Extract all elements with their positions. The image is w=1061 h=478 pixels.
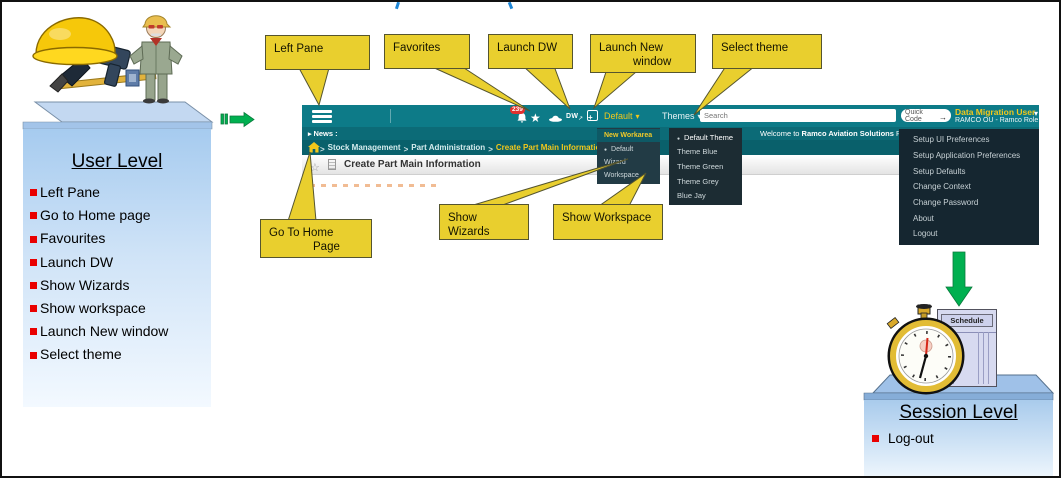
breadcrumb-item-current[interactable]: Create Part Main Information <box>496 143 605 152</box>
themes-dropdown[interactable]: Themes <box>662 111 702 121</box>
bullet-square-icon <box>30 259 37 266</box>
favorite-page-star-icon[interactable] <box>310 158 320 176</box>
document-icon <box>328 159 336 170</box>
left-pane-menu-button[interactable] <box>312 110 332 126</box>
user-level-title: User Level <box>23 151 211 173</box>
cropped-text-fragment <box>395 2 400 10</box>
app-toolbar: 239 DW Default Themes Quick Code Data Mi… <box>302 105 1039 127</box>
list-item: Go to Home page <box>30 204 211 227</box>
menu-item-theme-grey[interactable]: Theme Grey <box>669 174 742 189</box>
user-name: Data Migration User <box>955 107 1038 117</box>
menu-item-about[interactable]: About <box>899 210 1039 226</box>
list-item: Left Pane <box>30 181 211 204</box>
menu-item-setup-ui-preferences[interactable]: Setup UI Preferences <box>899 132 1039 148</box>
user-role: RAMCO OU - Ramco Role <box>955 117 1038 125</box>
faded-section-text <box>310 184 438 187</box>
menu-item-default[interactable]: Default <box>597 142 660 155</box>
callout-show-workspace: Show Workspace <box>553 204 663 240</box>
list-item: Launch New window <box>30 320 211 343</box>
page-title: Create Part Main Information <box>344 159 481 170</box>
breadcrumb-separator <box>320 139 325 157</box>
menu-item-change-password[interactable]: Change Password <box>899 195 1039 211</box>
callout-left-pane: Left Pane <box>265 35 370 70</box>
user-dropdown-menu: Setup UI Preferences Setup Application P… <box>899 129 1039 245</box>
list-item: Launch DW <box>30 251 211 274</box>
list-item: Log-out <box>872 431 1053 446</box>
workarea-selector-dropdown[interactable]: Default <box>604 111 640 121</box>
search-input[interactable] <box>700 109 896 122</box>
callout-select-theme: Select theme <box>712 34 822 69</box>
callout-launch-dw: Launch DW <box>488 34 573 69</box>
breadcrumb-item[interactable]: Part Administration <box>411 143 485 152</box>
hat-icon[interactable] <box>548 112 563 123</box>
user-menu-caret-icon[interactable] <box>1031 110 1038 118</box>
user-level-panel: User Level Left Pane Go to Home page Fav… <box>23 129 211 407</box>
menu-item-theme-blue[interactable]: Theme Blue <box>669 145 742 160</box>
callout-show-wizards: Show Wizards <box>439 204 529 240</box>
news-label: News : <box>308 129 338 138</box>
user-info[interactable]: Data Migration User RAMCO OU - Ramco Rol… <box>955 107 1038 125</box>
menu-item-change-context[interactable]: Change Context <box>899 179 1039 195</box>
menu-item-setup-application-preferences[interactable]: Setup Application Preferences <box>899 148 1039 164</box>
list-item: Select theme <box>30 343 211 366</box>
selected-dot-icon <box>677 133 680 142</box>
callout-go-to-home-page: Go To Home Page <box>260 219 372 258</box>
home-icon[interactable] <box>308 142 320 153</box>
selected-dot-icon <box>604 146 607 153</box>
launch-dw-icon[interactable]: DW <box>566 113 578 120</box>
list-item: Favourites <box>30 227 211 250</box>
toolbar-divider <box>390 109 391 123</box>
quick-code-input[interactable]: Quick Code <box>901 109 951 122</box>
bullet-square-icon <box>30 305 37 312</box>
list-item: Show Wizards <box>30 274 211 297</box>
dw-arrow-icon <box>578 107 583 125</box>
bullet-square-icon <box>30 282 37 289</box>
stopwatch-clipart <box>876 304 981 396</box>
workarea-dropdown-menu: New Workarea Default Wizard Workspace <box>597 128 660 184</box>
menu-item-workspace[interactable]: Workspace <box>597 169 660 182</box>
callout-favorites: Favorites <box>384 34 470 69</box>
worker-clipart <box>30 4 185 104</box>
notification-count-badge: 239 <box>510 106 525 114</box>
menu-item-setup-defaults[interactable]: Setup Defaults <box>899 163 1039 179</box>
session-level-panel: Session Level Log-out <box>864 400 1053 478</box>
breadcrumb-item[interactable]: Stock Management <box>328 143 401 152</box>
launch-new-window-icon[interactable] <box>587 110 598 121</box>
menu-item-logout[interactable]: Logout <box>899 226 1039 242</box>
user-level-list: Left Pane Go to Home page Favourites Lau… <box>30 181 211 367</box>
quick-code-go-icon[interactable] <box>939 107 947 125</box>
favorites-star-icon[interactable] <box>530 109 541 127</box>
menu-item-wizard[interactable]: Wizard <box>597 156 660 169</box>
slide-canvas: User Level Left Pane Go to Home page Fav… <box>0 0 1061 478</box>
session-level-title: Session Level <box>864 402 1053 424</box>
bullet-square-icon <box>30 189 37 196</box>
list-item: Show workspace <box>30 297 211 320</box>
themes-dropdown-menu: Default Theme Theme Blue Theme Green The… <box>669 128 742 205</box>
callout-launch-new-window: Launch New window <box>590 34 696 73</box>
menu-item-blue-jay[interactable]: Blue Jay <box>669 188 742 203</box>
bullet-square-icon <box>30 328 37 335</box>
menu-item-default-theme[interactable]: Default Theme <box>669 130 742 145</box>
menu-item-theme-green[interactable]: Theme Green <box>669 159 742 174</box>
bullet-square-icon <box>872 435 879 442</box>
breadcrumb-separator <box>404 139 409 157</box>
breadcrumb-separator <box>488 139 493 157</box>
bullet-square-icon <box>30 212 37 219</box>
cropped-text-fragment <box>508 2 513 10</box>
bullet-square-icon <box>30 236 37 243</box>
bullet-square-icon <box>30 352 37 359</box>
menu-item-new-workarea[interactable]: New Workarea <box>597 129 660 142</box>
